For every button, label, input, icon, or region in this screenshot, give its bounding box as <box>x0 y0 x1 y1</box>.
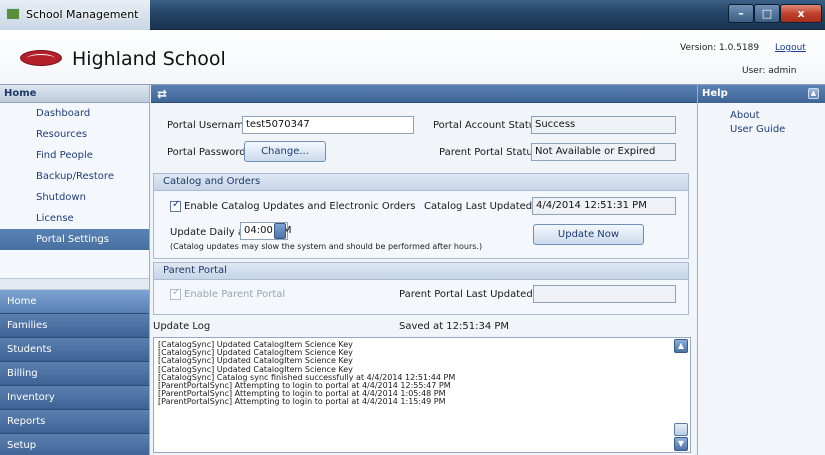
app-window: School Management – □ x Highland School … <box>0 0 825 455</box>
nav-list: Dashboard Resources Find People Backup/R… <box>0 103 149 250</box>
logout-link[interactable]: Logout <box>775 43 806 53</box>
app-icon <box>6 8 20 20</box>
nav-spacer <box>0 250 149 278</box>
help-title-text: Help <box>702 88 728 99</box>
parent-portal-last-updated-label: Parent Portal Last Updated at <box>399 289 546 300</box>
school-name: Highland School <box>72 48 226 70</box>
enable-parent-portal-label: Enable Parent Portal <box>184 289 286 300</box>
catalog-group-title: Catalog and Orders <box>154 174 688 191</box>
catalog-note: (Catalog updates may slow the system and… <box>170 242 483 251</box>
update-daily-label: Update Daily at <box>170 227 248 238</box>
refresh-icon[interactable]: ⇄ <box>157 87 167 101</box>
scroll-down-icon[interactable]: ▼ <box>674 437 688 451</box>
update-now-button[interactable]: Update Now <box>533 224 644 245</box>
portal-username-input[interactable]: test5070347 <box>242 116 414 134</box>
saved-status: Saved at 12:51:34 PM <box>399 321 510 332</box>
help-item-about[interactable]: About <box>698 109 825 123</box>
parent-portal-last-updated-value <box>533 285 676 303</box>
log-line: [ParentPortalSync] Attempting to login t… <box>158 397 446 407</box>
nav-item-find-people[interactable]: Find People <box>0 145 149 166</box>
splitter-grip[interactable] <box>0 278 149 290</box>
module-billing[interactable]: Billing <box>0 362 149 386</box>
update-log[interactable]: [CatalogSync] Updated CatalogItem Scienc… <box>153 337 691 453</box>
change-password-button[interactable]: Change... <box>244 141 326 162</box>
parent-portal-group-title: Parent Portal <box>154 263 688 280</box>
help-item-user-guide[interactable]: User Guide <box>698 123 825 137</box>
maximize-button[interactable]: □ <box>754 4 780 23</box>
module-setup[interactable]: Setup <box>0 434 149 455</box>
portal-account-status-value: Success <box>531 116 676 134</box>
module-families[interactable]: Families <box>0 314 149 338</box>
catalog-last-updated-value: 4/4/2014 12:51:31 PM <box>532 197 676 215</box>
scroll-up-icon[interactable]: ▲ <box>674 339 688 353</box>
minimize-button[interactable]: – <box>728 4 754 23</box>
enable-catalog-label: Enable Catalog Updates and Electronic Or… <box>184 201 416 212</box>
enable-parent-portal-checkbox[interactable] <box>170 287 181 300</box>
scroll-thumb[interactable] <box>674 423 688 436</box>
nav-item-dashboard[interactable]: Dashboard <box>0 103 149 124</box>
module-reports[interactable]: Reports <box>0 410 149 434</box>
toolbar: ⇄ <box>151 85 697 103</box>
nav-section-title: Home <box>0 85 149 103</box>
version-label: Version: 1.0.5189 <box>680 43 760 53</box>
school-logo <box>20 50 62 66</box>
nav-item-backup-restore[interactable]: Backup/Restore <box>0 166 149 187</box>
window-title: School Management <box>26 8 139 21</box>
portal-account-status-label: Portal Account Status <box>433 120 541 131</box>
nav-item-resources[interactable]: Resources <box>0 124 149 145</box>
collapse-icon[interactable]: ▲ <box>808 88 819 99</box>
parent-portal-status-value: Not Available or Expired <box>531 143 676 161</box>
user-label: User: admin <box>742 66 797 76</box>
portal-password-label: Portal Password <box>167 147 246 158</box>
time-spinner[interactable] <box>274 223 286 239</box>
close-button[interactable]: x <box>780 4 822 23</box>
help-pane: Help ▲ About User Guide <box>697 85 825 455</box>
navigation-pane: Home Dashboard Resources Find People Bac… <box>0 85 150 455</box>
parent-portal-status-label: Parent Portal Status <box>439 147 538 158</box>
enable-catalog-checkbox[interactable] <box>170 199 181 212</box>
help-title: Help ▲ <box>698 85 825 103</box>
module-home[interactable]: Home <box>0 290 149 314</box>
title-bar: School Management – □ x <box>0 0 825 30</box>
nav-item-shutdown[interactable]: Shutdown <box>0 187 149 208</box>
catalog-last-updated-label: Catalog Last Updated at <box>424 201 546 212</box>
module-students[interactable]: Students <box>0 338 149 362</box>
portal-username-label: Portal Username <box>167 120 250 131</box>
update-log-title: Update Log <box>153 321 211 332</box>
module-inventory[interactable]: Inventory <box>0 386 149 410</box>
nav-item-portal-settings[interactable]: Portal Settings <box>0 229 149 250</box>
nav-item-license[interactable]: License <box>0 208 149 229</box>
